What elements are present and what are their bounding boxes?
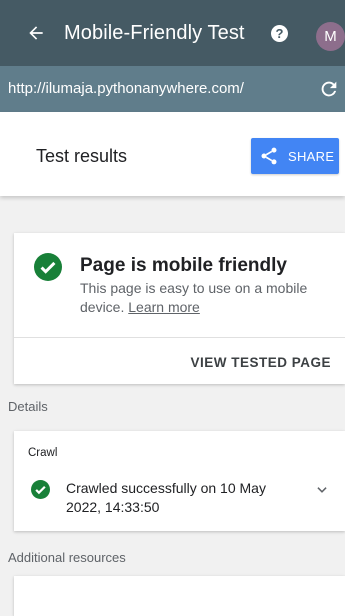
reload-icon — [321, 81, 337, 97]
question-mark-icon[interactable]: ? — [271, 25, 288, 42]
page-title: Test results — [36, 146, 128, 166]
view-tested-page-button[interactable]: VIEW TESTED PAGE — [190, 355, 331, 370]
url-field[interactable]: http://ilumaja.pythonanywhere.com/ — [8, 80, 244, 97]
avatar[interactable]: M — [316, 22, 345, 51]
chevron-down-icon[interactable] — [315, 483, 329, 497]
crawl-label: Crawl — [28, 447, 58, 459]
arrow-back-icon — [29, 26, 43, 40]
app-bar: Mobile-Friendly Test ? M — [0, 0, 345, 66]
result-card: Page is mobile friendly This page is eas… — [14, 233, 345, 384]
divider — [14, 337, 345, 338]
results-header: Test results SHARE — [0, 112, 345, 196]
learn-more-link[interactable]: Learn more — [128, 299, 200, 315]
check-circle-icon — [31, 480, 50, 499]
check-circle-icon — [34, 253, 62, 281]
crawl-card: Crawl Crawled successfully on 10 May 202… — [14, 431, 345, 531]
url-bar: http://ilumaja.pythonanywhere.com/ — [0, 66, 345, 112]
reload-button[interactable] — [318, 78, 340, 100]
crawl-status-row[interactable]: Crawled successfully on 10 May 2022, 14:… — [14, 479, 345, 519]
result-description: This page is easy to use on a mobile dev… — [80, 279, 320, 317]
share-label: SHARE — [288, 149, 335, 164]
additional-resources-label: Additional resources — [8, 550, 126, 565]
share-icon — [261, 147, 277, 165]
share-button[interactable]: SHARE — [251, 138, 339, 174]
back-button[interactable] — [24, 21, 48, 45]
result-title: Page is mobile friendly — [80, 255, 287, 276]
crawl-status: Crawled successfully on 10 May 2022, 14:… — [66, 480, 266, 515]
additional-resources-card — [14, 576, 345, 616]
details-label: Details — [8, 399, 48, 414]
app-title: Mobile-Friendly Test — [64, 22, 245, 44]
